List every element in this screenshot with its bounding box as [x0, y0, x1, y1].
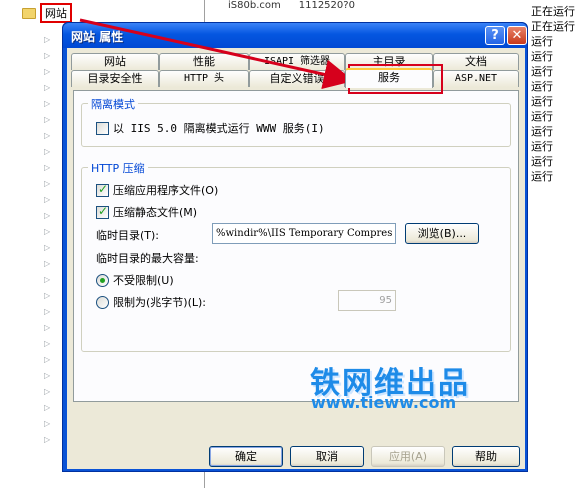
watermark-url: www.tieww.com	[311, 393, 457, 412]
tab-service[interactable]: 服务	[345, 68, 433, 88]
annotation-arrow	[79, 18, 354, 90]
